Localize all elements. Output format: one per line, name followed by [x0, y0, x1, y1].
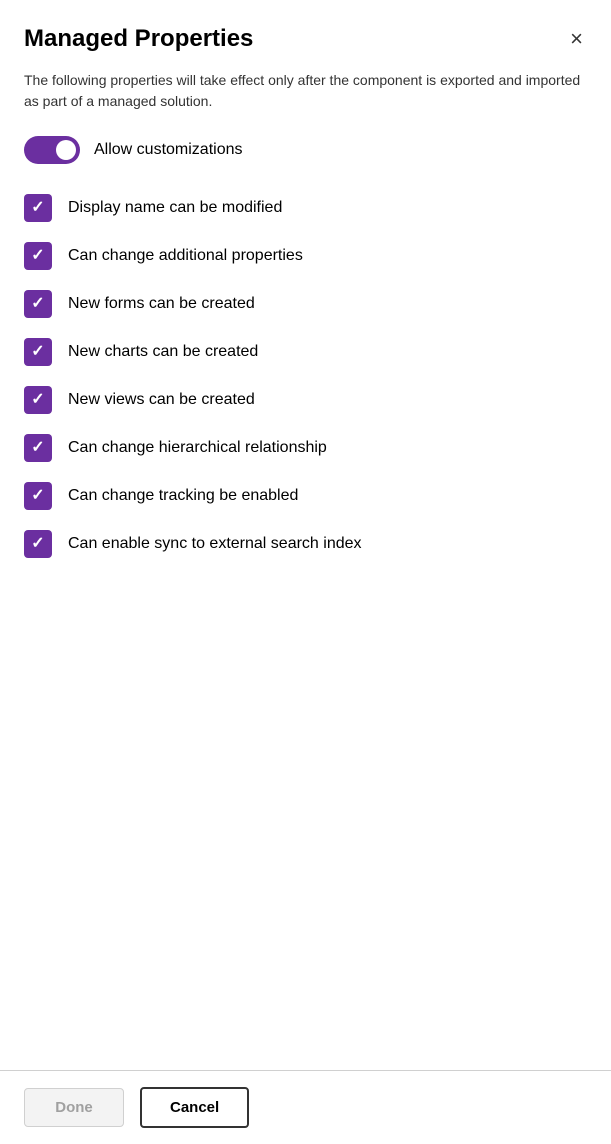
checkbox-label-tracking: Can change tracking be enabled: [68, 487, 298, 505]
checkbox-row: ✓ New forms can be created: [24, 280, 587, 328]
cancel-button[interactable]: Cancel: [140, 1087, 249, 1128]
toggle-track: [24, 136, 80, 164]
checkbox-row: ✓ New views can be created: [24, 376, 587, 424]
checkbox-new-forms[interactable]: ✓: [24, 290, 52, 318]
checkbox-row: ✓ Can change additional properties: [24, 232, 587, 280]
checkmark-icon: ✓: [31, 296, 44, 312]
toggle-row: Allow customizations: [24, 136, 587, 164]
checkbox-row: ✓ Can enable sync to external search ind…: [24, 520, 587, 568]
checkbox-label-hierarchical-relationship: Can change hierarchical relationship: [68, 439, 327, 457]
checkbox-row: ✓ Can change tracking be enabled: [24, 472, 587, 520]
checkmark-icon: ✓: [31, 440, 44, 456]
checkbox-label-new-forms: New forms can be created: [68, 295, 255, 313]
checkbox-label-display-name: Display name can be modified: [68, 199, 282, 217]
checkmark-icon: ✓: [31, 392, 44, 408]
dialog-title: Managed Properties: [24, 25, 253, 53]
spacer: [24, 568, 587, 1070]
checkbox-row: ✓ Can change hierarchical relationship: [24, 424, 587, 472]
toggle-label: Allow customizations: [94, 141, 243, 159]
close-button[interactable]: ×: [566, 24, 587, 54]
checkbox-hierarchical-relationship[interactable]: ✓: [24, 434, 52, 462]
checkbox-label-additional-properties: Can change additional properties: [68, 247, 303, 265]
checkbox-additional-properties[interactable]: ✓: [24, 242, 52, 270]
checkbox-new-views[interactable]: ✓: [24, 386, 52, 414]
checkbox-label-sync-external: Can enable sync to external search index: [68, 535, 362, 553]
checkbox-list: ✓ Display name can be modified ✓ Can cha…: [24, 184, 587, 568]
checkbox-row: ✓ New charts can be created: [24, 328, 587, 376]
done-button[interactable]: Done: [24, 1088, 124, 1127]
checkbox-label-new-charts: New charts can be created: [68, 343, 258, 361]
checkbox-new-charts[interactable]: ✓: [24, 338, 52, 366]
checkmark-icon: ✓: [31, 248, 44, 264]
checkbox-tracking[interactable]: ✓: [24, 482, 52, 510]
managed-properties-dialog: Managed Properties × The following prope…: [0, 0, 611, 1070]
dialog-header: Managed Properties ×: [24, 24, 587, 54]
toggle-thumb: [56, 140, 76, 160]
dialog-footer: Done Cancel: [0, 1070, 611, 1144]
checkmark-icon: ✓: [31, 200, 44, 216]
checkmark-icon: ✓: [31, 536, 44, 552]
checkbox-sync-external[interactable]: ✓: [24, 530, 52, 558]
checkbox-row: ✓ Display name can be modified: [24, 184, 587, 232]
checkbox-label-new-views: New views can be created: [68, 391, 255, 409]
checkmark-icon: ✓: [31, 344, 44, 360]
checkbox-display-name[interactable]: ✓: [24, 194, 52, 222]
dialog-description: The following properties will take effec…: [24, 70, 587, 112]
checkmark-icon: ✓: [31, 488, 44, 504]
allow-customizations-toggle[interactable]: [24, 136, 80, 164]
